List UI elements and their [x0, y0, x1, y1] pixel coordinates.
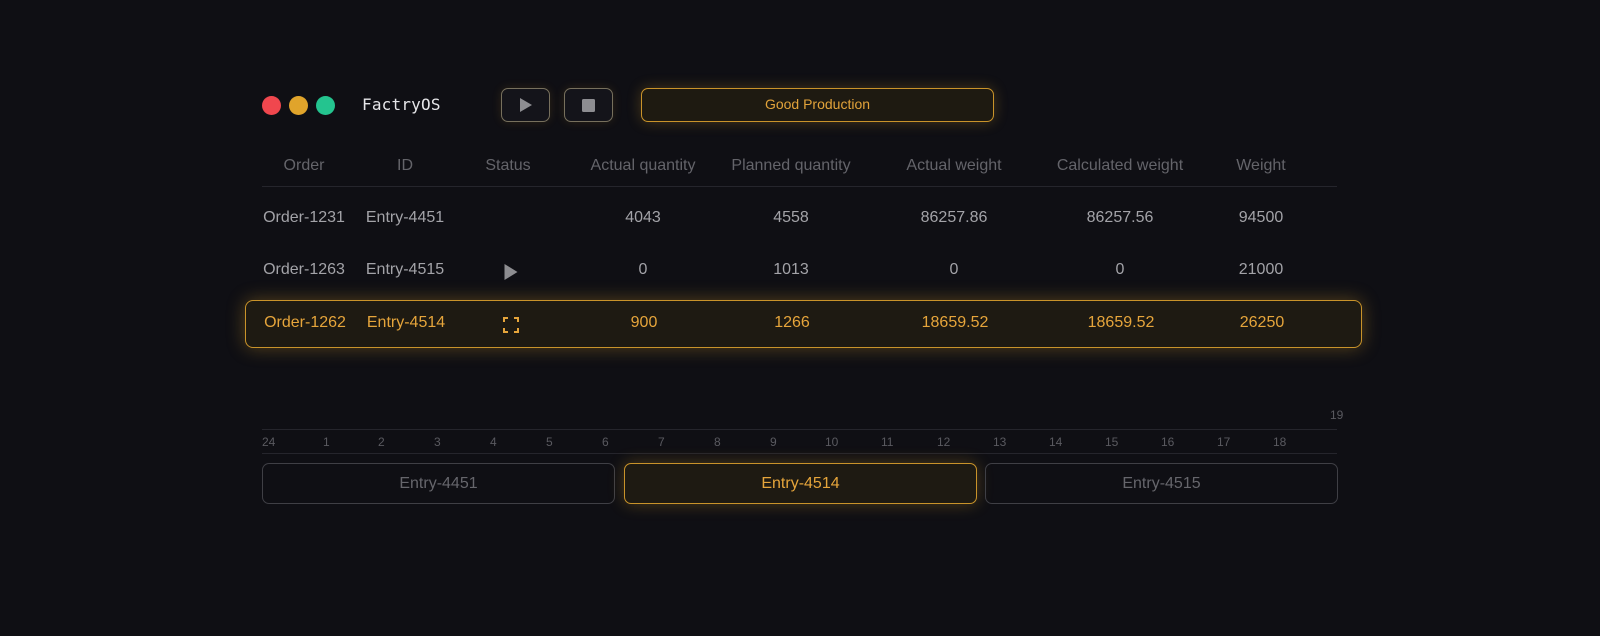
timeline-hour-axis: 24 1 2 3 4 5 6 7 8 9 10 11 12 13 14 15 1…: [262, 429, 1337, 454]
hour-tick: 10: [825, 435, 839, 449]
timeline-segment[interactable]: Entry-4515: [985, 463, 1338, 504]
hour-tick: 24: [262, 435, 276, 449]
calculated-weight-cell: 0: [1115, 261, 1125, 278]
hour-tick: 3: [434, 435, 441, 449]
hour-tick: 1: [323, 435, 330, 449]
actual-quantity-cell: 4043: [625, 209, 661, 226]
actual-weight-cell: 0: [949, 261, 959, 278]
hour-tick: 14: [1049, 435, 1063, 449]
close-window-button[interactable]: [262, 96, 281, 115]
hour-tick: 15: [1105, 435, 1119, 449]
id-cell: Entry-4451: [365, 209, 445, 226]
order-cell: Order-1263: [263, 261, 345, 278]
column-header-actual-weight[interactable]: Actual weight: [906, 157, 1001, 175]
focus-icon[interactable]: [503, 317, 519, 333]
hour-tick: 17: [1217, 435, 1231, 449]
play-button[interactable]: [501, 88, 550, 122]
column-header-actual-quantity[interactable]: Actual quantity: [591, 157, 696, 175]
weight-cell: 94500: [1238, 209, 1284, 226]
id-cell: Entry-4515: [365, 261, 445, 278]
hour-tick: 7: [658, 435, 665, 449]
factry-window: FactryOS Good Production Order ID Status…: [0, 0, 1600, 636]
hour-tick: 18: [1273, 435, 1287, 449]
stop-button[interactable]: [564, 88, 613, 122]
column-header-weight[interactable]: Weight: [1236, 157, 1286, 175]
planned-quantity-cell: 1266: [774, 314, 810, 331]
hour-tick: 13: [993, 435, 1007, 449]
planned-quantity-cell: 4558: [773, 209, 809, 226]
hour-tick: 6: [602, 435, 609, 449]
hour-tick: 9: [770, 435, 777, 449]
column-header-order[interactable]: Order: [284, 157, 325, 175]
column-header-status[interactable]: Status: [485, 157, 530, 175]
timeline-segment-active[interactable]: Entry-4514: [624, 463, 977, 504]
play-icon[interactable]: [504, 264, 518, 280]
hour-tick: 8: [714, 435, 721, 449]
top-bar: FactryOS Good Production: [262, 88, 994, 122]
play-icon: [520, 98, 532, 112]
timeline-end-hour: 19: [1330, 408, 1344, 422]
calculated-weight-cell: 86257.56: [1086, 209, 1154, 226]
actual-quantity-cell: 900: [630, 314, 658, 331]
id-cell: Entry-4514: [366, 314, 446, 331]
hour-tick: 11: [881, 435, 894, 449]
column-header-planned-quantity[interactable]: Planned quantity: [731, 157, 850, 175]
hour-tick: 4: [490, 435, 497, 449]
maximize-window-button[interactable]: [316, 96, 335, 115]
production-status-badge[interactable]: Good Production: [641, 88, 994, 122]
app-title: FactryOS: [362, 95, 441, 114]
table-row[interactable]: Order-1231 Entry-4451 4043 4558 86257.86…: [262, 197, 1337, 243]
stop-icon: [582, 99, 595, 112]
hour-tick: 2: [378, 435, 385, 449]
timeline-segment[interactable]: Entry-4451: [262, 463, 615, 504]
calculated-weight-cell: 18659.52: [1087, 314, 1155, 331]
table-header: Order ID Status Actual quantity Planned …: [262, 150, 1337, 187]
actual-weight-cell: 86257.86: [920, 209, 988, 226]
weight-cell: 21000: [1238, 261, 1284, 278]
order-cell: Order-1231: [263, 209, 345, 226]
column-header-calculated-weight[interactable]: Calculated weight: [1057, 157, 1183, 175]
hour-tick: 5: [546, 435, 553, 449]
minimize-window-button[interactable]: [289, 96, 308, 115]
actual-quantity-cell: 0: [638, 261, 648, 278]
hour-tick: 12: [937, 435, 951, 449]
weight-cell: 26250: [1239, 314, 1285, 331]
column-header-id[interactable]: ID: [397, 157, 413, 175]
table-row[interactable]: Order-1263 Entry-4515 0 1013 0 0 21000: [262, 249, 1337, 295]
table-row-selected[interactable]: Order-1262 Entry-4514 900 1266 18659.52 …: [245, 300, 1362, 348]
order-cell: Order-1262: [264, 314, 346, 331]
orders-table: Order ID Status Actual quantity Planned …: [245, 150, 1362, 348]
hour-tick: 16: [1161, 435, 1175, 449]
planned-quantity-cell: 1013: [773, 261, 809, 278]
actual-weight-cell: 18659.52: [921, 314, 989, 331]
